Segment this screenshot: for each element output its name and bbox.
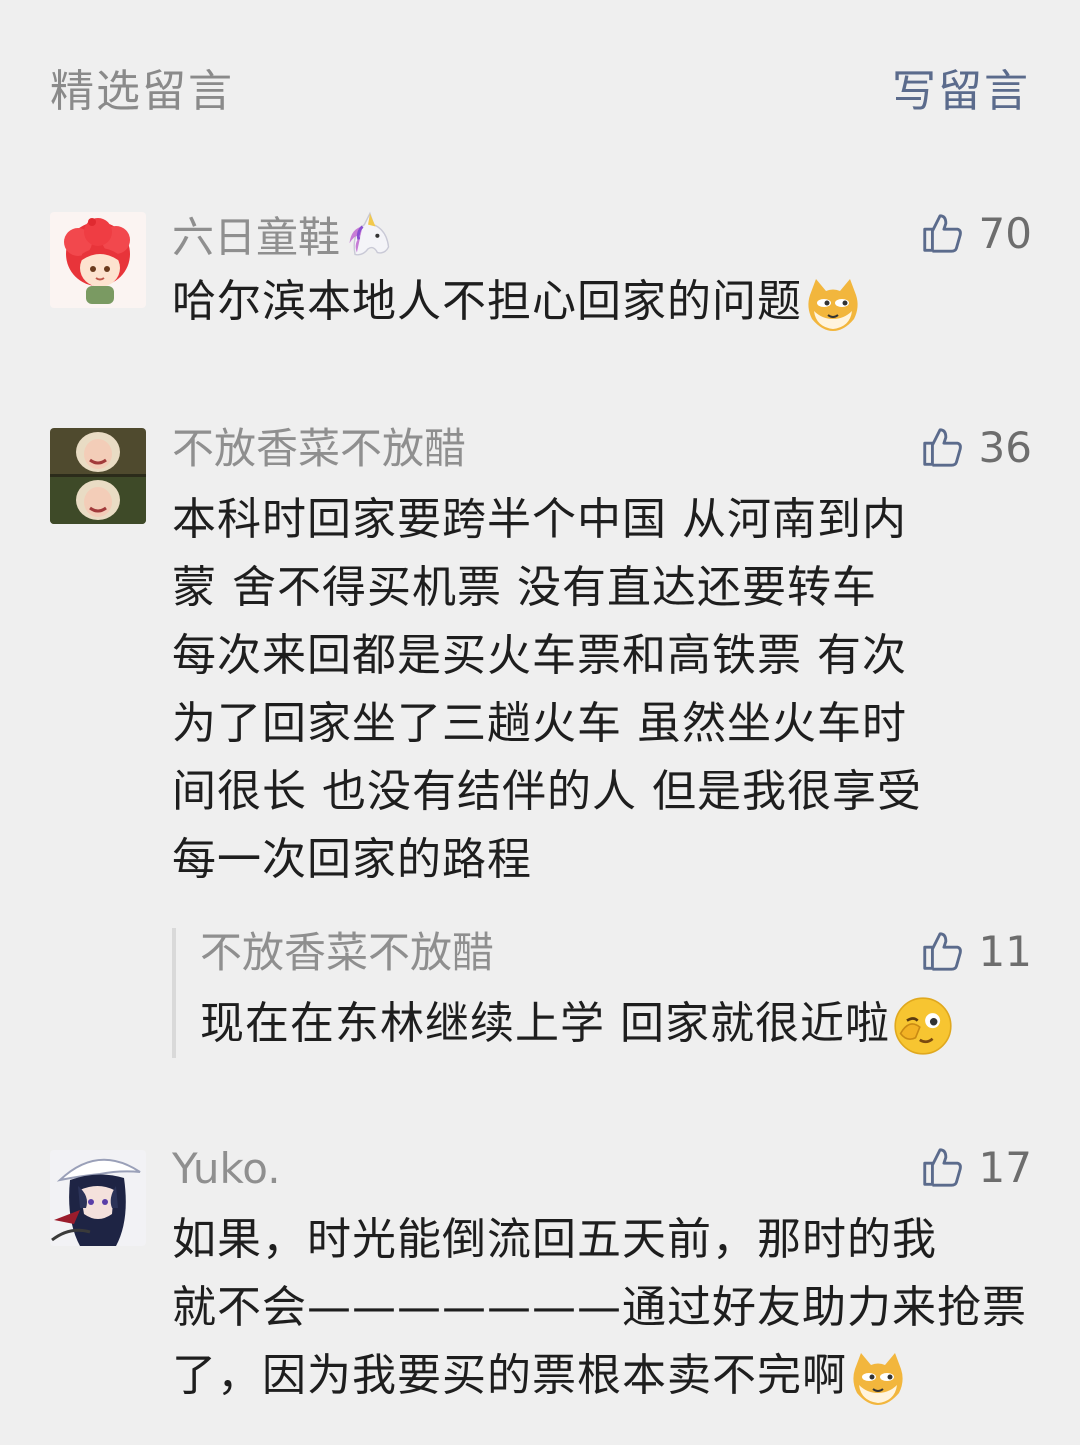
like-count: 70 [978,208,1032,258]
like-button[interactable]: 70 [919,208,1032,258]
comment-line: 了，因为我要买的票根本卖不完啊 [172,1342,1032,1410]
author-reply: 不放香菜不放醋 11 现在在东林继续上学 回家就很近啦 [172,926,1036,1058]
like-button[interactable]: 17 [919,1142,1032,1192]
comments-page: 精选留言 写留言 六日童鞋 70 哈尔滨本地人不担心回家的问题 不放香菜不放醋 … [0,0,1080,1445]
comment-content: 本科时回家要跨半个中国 从河南到内 蒙 舍不得买机票 没有直达还要转车 每次来回… [172,486,1032,894]
comment-line: 如果，时光能倒流回五天前，那时的我 [172,1214,937,1265]
comment-line: 哈尔滨本地人不担心回家的问题 [172,268,1032,336]
comment-line: 间很长 也没有结伴的人 但是我很享受 [172,766,922,817]
comment-line: 每一次回家的路程 [172,834,532,885]
comment-text: 了，因为我要买的票根本卖不完啊 [172,1350,847,1401]
write-comment-button[interactable]: 写留言 [892,55,1030,119]
reply-text: 现在在东林继续上学 回家就很近啦 [200,998,890,1049]
thumbs-up-icon [922,214,962,253]
doge-icon [853,1353,903,1405]
unicorn-icon [349,211,390,256]
anime-avatar-icon [50,1150,146,1246]
comment-text: 哈尔滨本地人不担心回家的问题 [172,276,802,327]
comment-content: 如果，时光能倒流回五天前，那时的我 就不会———————通过好友助力来抢票 了，… [172,1206,1032,1410]
comment-line: 本科时回家要跨半个中国 从河南到内 [172,494,907,545]
like-count: 36 [978,422,1032,472]
comment-line: 每次来回都是买火车票和高铁票 有次 [172,630,907,681]
nickname-text: 六日童鞋 [172,213,341,262]
comment-line: 蒙 舍不得买机票 没有直达还要转车 [172,562,877,613]
like-count: 17 [978,1142,1032,1192]
comment-line: 就不会———————通过好友助力来抢票 [172,1282,1027,1333]
photo-avatar-icon [50,428,146,524]
section-title: 精选留言 [50,66,234,117]
reply-content: 现在在东林继续上学 回家就很近啦 [200,990,1036,1058]
avatar[interactable] [50,428,146,524]
like-button[interactable]: 36 [919,422,1032,472]
thumbs-up-icon [922,1148,962,1187]
comment-nickname: Yuko. [172,1144,281,1193]
comment-nickname: 六日童鞋 [172,206,396,263]
avatar[interactable] [50,212,146,308]
wink-icon [894,997,952,1055]
comment-nickname: 不放香菜不放醋 [172,424,467,473]
doge-icon [808,279,858,331]
comment-line: 为了回家坐了三趟火车 虽然坐火车时 [172,698,907,749]
thumbs-up-icon [922,428,962,467]
thumbs-up-icon [922,932,962,971]
like-count: 11 [978,926,1032,976]
reply-line: 现在在东林继续上学 回家就很近啦 [200,990,1036,1058]
reply-like-button[interactable]: 11 [919,926,1032,976]
comment-content: 哈尔滨本地人不担心回家的问题 [172,268,1032,336]
reply-nickname: 不放香菜不放醋 [200,928,495,977]
red-hair-cartoon-avatar-icon [50,212,146,308]
avatar[interactable] [50,1150,146,1246]
comments-header: 精选留言 写留言 [50,52,1030,122]
